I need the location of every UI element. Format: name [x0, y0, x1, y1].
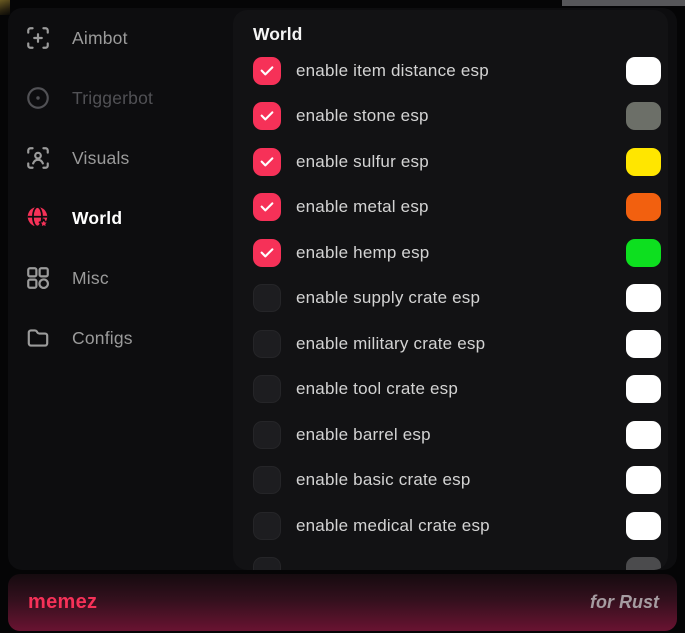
esp-color-swatch[interactable]: [626, 557, 661, 570]
esp-row: enable military crate esp: [233, 321, 668, 367]
cheat-menu-window: Aimbot Triggerbot Visuals World Misc Con…: [8, 8, 677, 570]
esp-row: enable metal esp: [233, 185, 668, 231]
esp-color-swatch[interactable]: [626, 512, 661, 540]
esp-row: enable stone esp: [233, 94, 668, 140]
sidebar-item-label: Triggerbot: [72, 88, 153, 109]
esp-label: enable medical crate esp: [296, 516, 626, 536]
esp-checkbox[interactable]: [253, 330, 281, 358]
esp-label: enable barrel esp: [296, 425, 626, 445]
sidebar-item-world[interactable]: World: [8, 188, 233, 248]
esp-label: enable supply crate esp: [296, 288, 626, 308]
esp-checkbox[interactable]: [253, 512, 281, 540]
check-icon: [259, 108, 275, 124]
sidebar-item-visuals[interactable]: Visuals: [8, 128, 233, 188]
esp-checkbox[interactable]: [253, 466, 281, 494]
esp-checkbox[interactable]: [253, 193, 281, 221]
esp-checkbox[interactable]: [253, 239, 281, 267]
esp-checkbox[interactable]: [253, 57, 281, 85]
panel-title: World: [253, 24, 668, 44]
esp-color-swatch[interactable]: [626, 57, 661, 85]
esp-color-swatch[interactable]: [626, 330, 661, 358]
target-icon: [25, 85, 51, 111]
grid-icon: [25, 265, 51, 291]
esp-color-swatch[interactable]: [626, 421, 661, 449]
esp-checkbox[interactable]: [253, 375, 281, 403]
esp-checkbox[interactable]: [253, 102, 281, 130]
background-window-strip: [562, 0, 685, 6]
folder-icon: [25, 325, 51, 351]
sidebar: Aimbot Triggerbot Visuals World Misc Con…: [8, 8, 233, 368]
esp-list: enable item distance esp enable stone es…: [233, 48, 668, 570]
esp-checkbox[interactable]: [253, 148, 281, 176]
esp-row: enable basic crate esp: [233, 458, 668, 504]
check-icon: [259, 154, 275, 170]
sidebar-item-label: Aimbot: [72, 28, 128, 49]
sidebar-item-label: World: [72, 208, 122, 229]
esp-color-swatch[interactable]: [626, 466, 661, 494]
esp-row: enable medical crate esp: [233, 503, 668, 549]
crosshair-icon: [25, 25, 51, 51]
esp-label: enable basic crate esp: [296, 470, 626, 490]
esp-row: [233, 549, 668, 571]
esp-label: enable military crate esp: [296, 334, 626, 354]
sidebar-item-triggerbot[interactable]: Triggerbot: [8, 68, 233, 128]
globe-icon: [25, 205, 51, 231]
esp-checkbox[interactable]: [253, 284, 281, 312]
esp-row: enable sulfur esp: [233, 139, 668, 185]
sidebar-item-configs[interactable]: Configs: [8, 308, 233, 368]
check-icon: [259, 199, 275, 215]
esp-checkbox[interactable]: [253, 421, 281, 449]
world-panel: World enable item distance esp enable st…: [233, 10, 668, 570]
brand-bar: memez for Rust: [8, 574, 677, 631]
brand-tagline: for Rust: [590, 592, 659, 613]
esp-color-swatch[interactable]: [626, 284, 661, 312]
esp-label: enable sulfur esp: [296, 152, 626, 172]
esp-label: enable tool crate esp: [296, 379, 626, 399]
sidebar-item-label: Misc: [72, 268, 109, 289]
esp-color-swatch[interactable]: [626, 102, 661, 130]
esp-label: enable hemp esp: [296, 243, 626, 263]
esp-color-swatch[interactable]: [626, 239, 661, 267]
check-icon: [259, 245, 275, 261]
esp-label: enable stone esp: [296, 106, 626, 126]
esp-row: enable hemp esp: [233, 230, 668, 276]
esp-checkbox[interactable]: [253, 557, 281, 570]
esp-row: enable barrel esp: [233, 412, 668, 458]
sidebar-item-aimbot[interactable]: Aimbot: [8, 8, 233, 68]
sidebar-item-label: Visuals: [72, 148, 130, 169]
esp-color-swatch[interactable]: [626, 148, 661, 176]
brand-name: memez: [28, 591, 97, 614]
esp-label: enable item distance esp: [296, 61, 626, 81]
esp-row: enable item distance esp: [233, 48, 668, 94]
esp-color-swatch[interactable]: [626, 375, 661, 403]
person-scan-icon: [25, 145, 51, 171]
check-icon: [259, 63, 275, 79]
esp-color-swatch[interactable]: [626, 193, 661, 221]
esp-row: enable tool crate esp: [233, 367, 668, 413]
esp-row: enable supply crate esp: [233, 276, 668, 322]
sidebar-item-label: Configs: [72, 328, 133, 349]
esp-label: enable metal esp: [296, 197, 626, 217]
sidebar-item-misc[interactable]: Misc: [8, 248, 233, 308]
